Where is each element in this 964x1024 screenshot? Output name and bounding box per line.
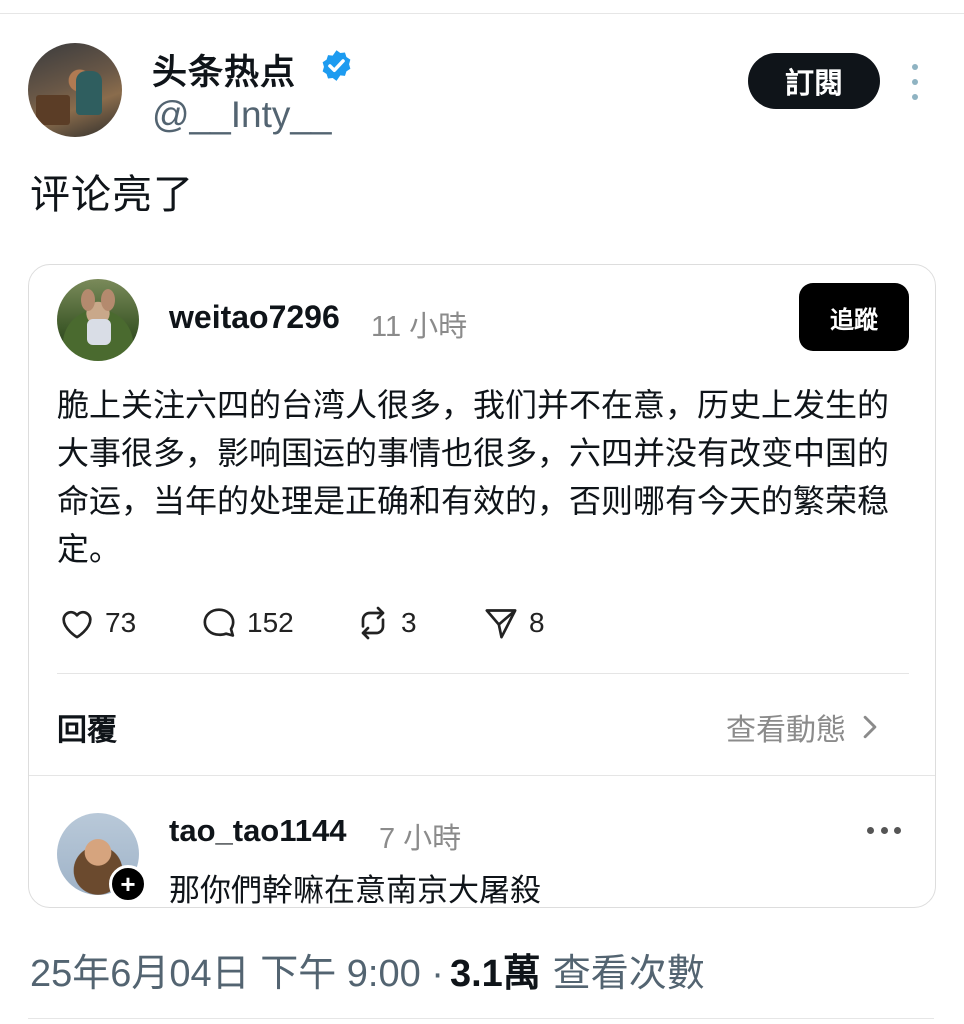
- comment-count: 152: [247, 607, 294, 638]
- like-action[interactable]: 73: [57, 603, 136, 643]
- heart-icon: [62, 610, 92, 639]
- quoted-post-card[interactable]: weitao7296 11 小時 追蹤 脆上关注六四的台湾人很多，我们并不在意，…: [28, 264, 936, 908]
- repost-action[interactable]: 3: [353, 603, 417, 643]
- views-count: 3.1萬: [449, 953, 541, 995]
- quoted-author-avatar[interactable]: [57, 279, 139, 361]
- send-icon: [485, 609, 517, 639]
- post-date-time: 25年6月04日 下午 9:00 ·: [30, 953, 444, 995]
- post-meta: 25年6月04日 下午 9:00 · 3.1萬 查看次數: [30, 942, 705, 997]
- quoted-body-text: 脆上关注六四的台湾人很多，我们并不在意，历史上发生的大事很多，影响国运的事情也很…: [57, 387, 890, 567]
- reply-text: 那你們幹嘛在意南京大屠殺: [169, 873, 541, 908]
- avatar-figure: [76, 71, 102, 115]
- top-divider: [0, 13, 964, 14]
- verified-badge-icon: [322, 50, 351, 81]
- card-divider: [57, 673, 909, 674]
- bottom-divider: [28, 1018, 934, 1019]
- more-options-icon[interactable]: [908, 64, 922, 100]
- reply-avatar-wrap[interactable]: +: [57, 813, 147, 903]
- card-divider-reply: [29, 775, 935, 776]
- view-activity-link[interactable]: 查看動態: [726, 705, 880, 749]
- comment-bubble-icon: [203, 608, 235, 637]
- follow-button[interactable]: 追蹤: [799, 283, 909, 351]
- author-display-name[interactable]: 头条热点: [152, 44, 296, 95]
- post-text: 评论亮了: [30, 173, 194, 217]
- reply-username[interactable]: tao_tao1144: [169, 813, 347, 849]
- follow-plus-icon[interactable]: +: [109, 865, 147, 903]
- subscribe-button[interactable]: 訂閱: [748, 53, 880, 109]
- share-count: 8: [529, 607, 545, 638]
- quoted-username[interactable]: weitao7296: [169, 299, 340, 336]
- like-count: 73: [105, 607, 137, 638]
- view-activity-label: 查看動態: [726, 714, 846, 747]
- quoted-timestamp: 11 小時: [371, 311, 468, 343]
- repost-count: 3: [401, 607, 417, 638]
- avatar-chair: [36, 95, 70, 125]
- views-label[interactable]: 查看次數: [553, 942, 705, 997]
- author-avatar[interactable]: [28, 43, 122, 137]
- repost-icon: [361, 606, 385, 640]
- comment-action[interactable]: 152: [199, 603, 294, 643]
- share-action[interactable]: 8: [481, 603, 545, 643]
- chevron-right-icon: [863, 715, 877, 739]
- reply-timestamp: 7 小時: [379, 823, 462, 855]
- reply-button[interactable]: 回覆: [57, 705, 117, 749]
- author-handle[interactable]: @__Inty__: [152, 94, 332, 136]
- reply-more-icon[interactable]: [867, 825, 901, 835]
